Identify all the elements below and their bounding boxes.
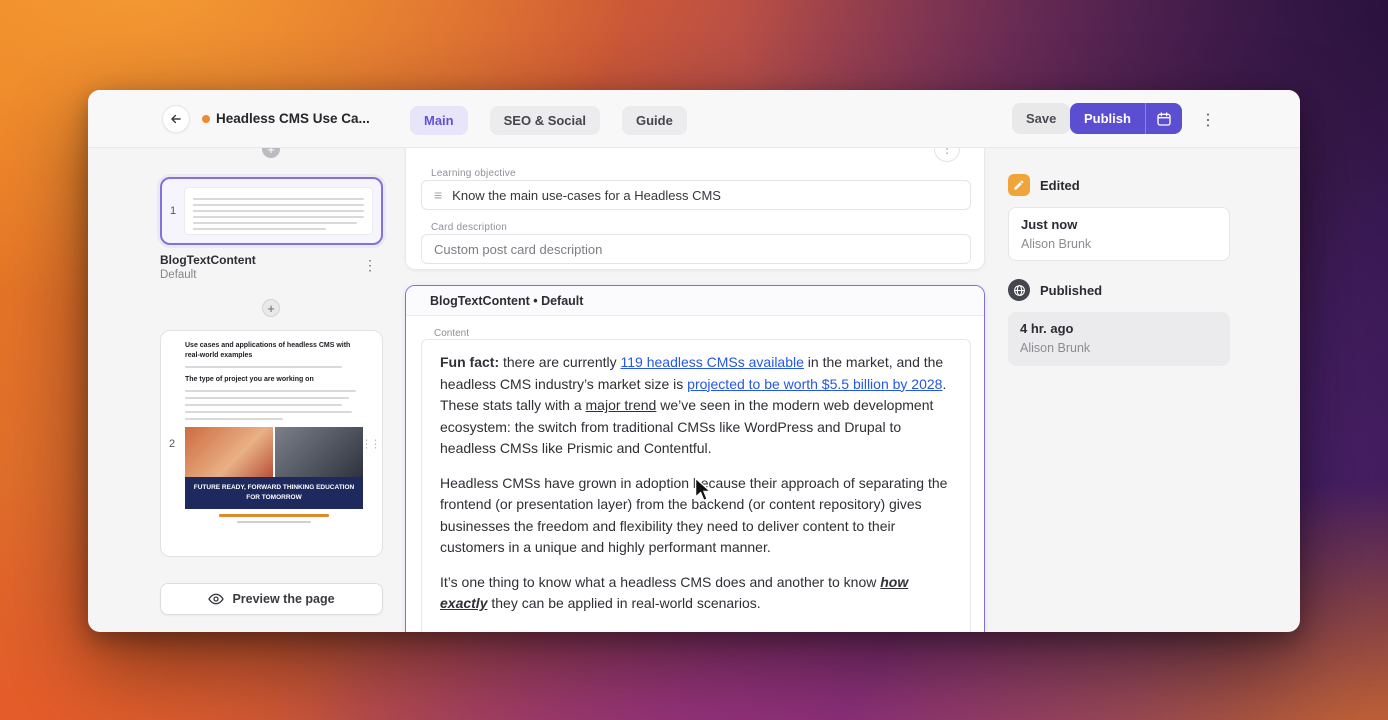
preview-page-label: Preview the page <box>232 592 334 606</box>
add-block-button-mid[interactable]: + <box>262 299 280 317</box>
editor-card-blogtextcontent: BlogTextContent • Default Content Fun fa… <box>405 285 985 632</box>
learning-objective-field[interactable]: ≡ Know the main use-cases for a Headless… <box>421 180 971 210</box>
paragraph: Fun fact: there are currently 119 headle… <box>440 352 952 460</box>
thumb-text-lines <box>185 366 363 368</box>
thumb-subtitle: The type of project you are working on <box>185 375 363 385</box>
thumb-images <box>185 427 363 477</box>
block1-thumbnail-preview <box>184 187 373 235</box>
content-field-label: Content <box>434 328 469 339</box>
activity-published-label: Published <box>1040 283 1102 298</box>
tab-guide[interactable]: Guide <box>622 106 687 135</box>
plus-icon: + <box>267 302 275 315</box>
thumb-list-lines <box>185 390 363 420</box>
block1-labels: BlogTextContent Default ⋮ <box>160 253 383 281</box>
field-label: Learning objective <box>431 168 516 179</box>
activity-edited-row: Edited <box>1008 174 1080 196</box>
block1-variant: Default <box>160 269 383 281</box>
thumb-orange-line <box>219 514 329 517</box>
more-options-button[interactable]: ⋮ <box>1194 108 1222 132</box>
pencil-icon <box>1008 174 1030 196</box>
story-status-dot <box>202 115 210 123</box>
thumb-photo-left <box>185 427 273 477</box>
editor-tabs: Main SEO & Social Guide <box>410 106 687 135</box>
activity-published-row: Published <box>1008 279 1102 301</box>
tab-seo-social[interactable]: SEO & Social <box>490 106 600 135</box>
field-label: Card description <box>431 222 507 233</box>
block-thumbnail-page[interactable]: 2 ⋮⋮ Use cases and applications of headl… <box>160 330 383 557</box>
back-button[interactable] <box>162 105 190 133</box>
block-card-header[interactable]: BlogTextContent • Default <box>406 286 984 316</box>
edited-time: Just now <box>1021 217 1217 232</box>
learning-objective-value: Know the main use-cases for a Headless C… <box>452 188 721 203</box>
thumb-photo-right <box>275 427 363 477</box>
richtext-editor[interactable]: Fun fact: there are currently 119 headle… <box>421 339 971 632</box>
block-index: 2 <box>169 438 175 450</box>
block-index: 1 <box>170 205 176 217</box>
activity-edited-label: Edited <box>1040 178 1080 193</box>
paragraph: In this article, we will explore some us… <box>440 628 952 633</box>
publish-button[interactable]: Publish <box>1070 103 1182 134</box>
back-arrow-icon <box>169 112 183 126</box>
eye-icon <box>208 591 224 607</box>
kebab-icon[interactable]: ⋮ <box>359 257 381 274</box>
schedule-publish-button[interactable] <box>1146 103 1182 134</box>
card-description-value: Custom post card description <box>434 242 602 257</box>
tab-main[interactable]: Main <box>410 106 468 135</box>
published-time: 4 hr. ago <box>1020 321 1218 336</box>
card-description-field[interactable]: Custom post card description <box>421 234 971 264</box>
thumb-banner: FUTURE READY, FORWARD THINKING EDUCATION… <box>185 477 363 509</box>
publish-label[interactable]: Publish <box>1070 103 1145 134</box>
activity-published-entry[interactable]: 4 hr. ago Alison Brunk <box>1008 312 1230 366</box>
save-button[interactable]: Save <box>1012 103 1070 134</box>
block1-name: BlogTextContent <box>160 253 383 267</box>
paragraph: It’s one thing to know what a headless C… <box>440 572 952 615</box>
editor-card-meta: ⋮ Learning objective ≡ Know the main use… <box>405 130 985 270</box>
globe-icon <box>1008 279 1030 301</box>
hamburger-icon: ≡ <box>434 188 442 202</box>
preview-page-button[interactable]: Preview the page <box>160 583 383 615</box>
desktop: { "icons": { "kebab": "⋮", "plus": "+", … <box>0 0 1388 720</box>
drag-handle-icon[interactable]: ⋮⋮ <box>361 437 379 450</box>
block2-thumbnail-preview: Use cases and applications of headless C… <box>185 341 363 548</box>
paragraph: Headless CMSs have grown in adoption bec… <box>440 473 952 559</box>
published-author: Alison Brunk <box>1020 341 1218 355</box>
calendar-icon <box>1156 111 1172 127</box>
app-window: + 1 BlogTextContent Default ⋮ + 2 ⋮⋮ Use… <box>88 90 1300 632</box>
story-title: Headless CMS Use Ca... <box>216 111 370 126</box>
activity-edited-entry[interactable]: Just now Alison Brunk <box>1008 207 1230 261</box>
thumb-title: Use cases and applications of headless C… <box>185 341 363 361</box>
top-bar: Headless CMS Use Ca... Main SEO & Social… <box>88 90 1300 148</box>
block-thumbnail-selected[interactable]: 1 <box>160 177 383 245</box>
edited-author: Alison Brunk <box>1021 237 1217 251</box>
thumb-gray-line <box>237 521 312 523</box>
